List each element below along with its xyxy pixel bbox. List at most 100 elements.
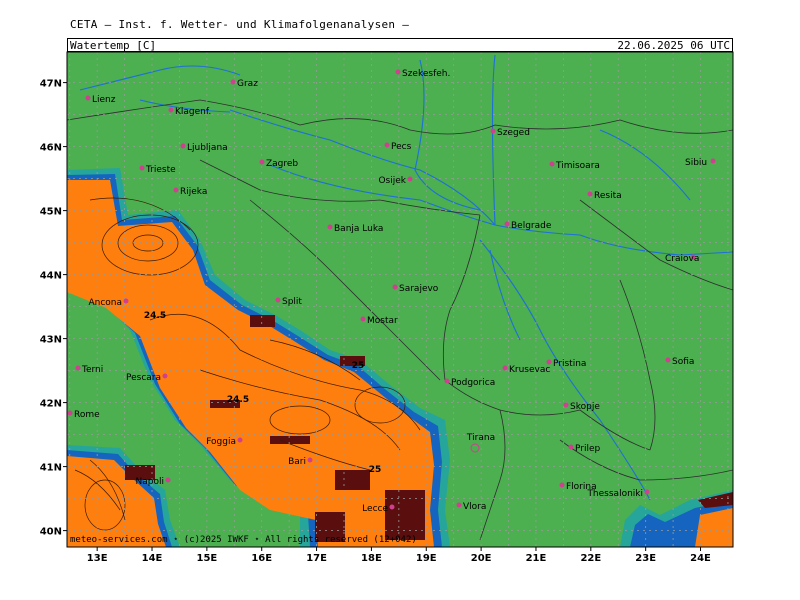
city-label: Lecce <box>362 504 388 514</box>
lon-tick-label: 13E <box>87 553 108 564</box>
lon-tick-label: 14E <box>142 553 163 564</box>
city-label: Pescara <box>126 373 161 383</box>
city-marker <box>162 373 168 379</box>
city-marker <box>392 284 398 290</box>
city-label: Terni <box>81 365 103 375</box>
city-label: Mostar <box>367 316 398 326</box>
city-label: Foggia <box>206 437 236 447</box>
city-label: Prilep <box>575 444 601 454</box>
city-marker <box>85 95 91 101</box>
lat-tick-label: 45N <box>40 207 62 218</box>
city-marker <box>168 107 174 113</box>
city-label: Bari <box>288 457 306 467</box>
city-marker <box>444 378 450 384</box>
city-marker <box>327 224 333 230</box>
city-marker <box>502 365 508 371</box>
contour-label: 25 <box>369 465 382 475</box>
city-marker <box>490 128 496 134</box>
lon-axis: 13E 14E 15E 16E 17E 18E 19E 20E 21E 22E 23E 24E <box>87 547 711 564</box>
lon-tick-label: 15E <box>196 553 217 564</box>
city-label: Sibiu <box>685 158 707 168</box>
lat-tick-label: 43N <box>40 335 62 346</box>
city-label: Trieste <box>145 165 176 175</box>
city-marker <box>456 502 462 508</box>
city-label: Ancona <box>88 298 122 308</box>
copyright-footer: meteo-services.com ⋆ (c)2025 IWKF ⋆ All … <box>70 535 417 545</box>
city-marker <box>139 165 145 171</box>
contour-label: 24.5 <box>227 395 249 405</box>
city-marker <box>259 159 265 165</box>
city-label: Krusevac <box>509 365 550 375</box>
city-marker <box>587 191 593 197</box>
lat-axis: 47N 46N 45N 44N 43N 42N 41N 40N <box>40 79 67 538</box>
city-label: Pecs <box>391 142 412 152</box>
contour-label: 25 <box>352 361 365 371</box>
lat-tick-label: 44N <box>40 271 62 282</box>
lon-tick-label: 21E <box>526 553 547 564</box>
city-label: Szeged <box>497 128 530 138</box>
city-marker <box>407 176 413 182</box>
city-marker <box>395 69 401 75</box>
city-label: Tirana <box>466 433 495 443</box>
city-marker <box>563 402 569 408</box>
city-marker <box>546 359 552 365</box>
city-marker <box>173 187 179 193</box>
city-marker <box>165 477 171 483</box>
city-marker <box>504 221 510 227</box>
city-label: Rijeka <box>180 187 207 197</box>
city-label: Pristina <box>553 359 586 369</box>
city-label: Thessaloniki <box>586 489 643 499</box>
lat-tick-label: 46N <box>40 143 62 154</box>
lon-tick-label: 22E <box>580 553 601 564</box>
city-label: Belgrade <box>511 221 552 231</box>
city-label: Sarajevo <box>399 284 439 294</box>
city-marker <box>665 357 671 363</box>
city-marker <box>389 504 395 510</box>
city-marker <box>644 489 650 495</box>
city-label: Skopje <box>570 402 600 412</box>
city-label: Graz <box>237 79 258 89</box>
lon-tick-label: 20E <box>471 553 492 564</box>
lon-tick-label: 19E <box>416 553 437 564</box>
city-marker <box>230 79 236 85</box>
city-marker <box>307 457 313 463</box>
city-marker <box>360 316 366 322</box>
lat-tick-label: 42N <box>40 399 62 410</box>
city-marker <box>384 142 390 148</box>
city-label: Resita <box>594 191 622 201</box>
city-marker <box>67 410 73 416</box>
city-marker <box>275 297 281 303</box>
lon-tick-label: 16E <box>251 553 272 564</box>
city-marker <box>559 482 565 488</box>
city-marker <box>237 437 243 443</box>
city-label: Craiova <box>665 254 699 264</box>
city-marker <box>75 365 81 371</box>
city-label: Sofia <box>672 357 694 367</box>
city-label: Ljubljana <box>187 143 228 153</box>
lat-tick-label: 47N <box>40 79 62 90</box>
lon-tick-label: 24E <box>690 553 711 564</box>
city-marker <box>123 298 129 304</box>
lat-tick-label: 40N <box>40 527 62 538</box>
lon-tick-label: 17E <box>306 553 327 564</box>
map: Lienz Graz Szekesfeh. Klagenf. Ljubljana Zagr… <box>40 51 734 564</box>
city-label: Szekesfeh. <box>402 69 450 79</box>
city-marker <box>710 158 716 164</box>
city-marker <box>180 143 186 149</box>
city-label: Zagreb <box>266 159 298 169</box>
city-label: Podgorica <box>451 378 495 388</box>
city-marker <box>568 444 574 450</box>
city-label: Split <box>282 297 302 307</box>
city-label: Banja Luka <box>334 224 383 234</box>
lon-tick-label: 18E <box>361 553 382 564</box>
city-label: Rome <box>74 410 100 420</box>
city-label: Lienz <box>92 95 116 105</box>
city-label: Klagenf. <box>175 107 211 117</box>
city-marker <box>549 161 555 167</box>
city-label: Vlora <box>463 502 486 512</box>
lon-tick-label: 23E <box>635 553 656 564</box>
contour-label: 24.5 <box>144 311 166 321</box>
city-label: Timisoara <box>555 161 600 171</box>
city-label: Napoli <box>136 477 164 487</box>
lat-tick-label: 41N <box>40 463 62 474</box>
